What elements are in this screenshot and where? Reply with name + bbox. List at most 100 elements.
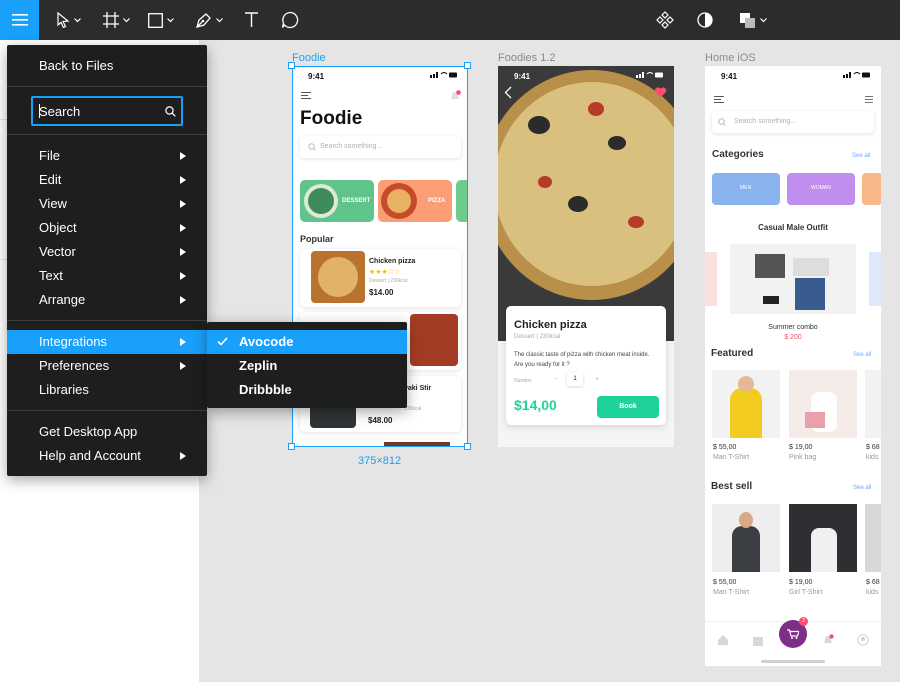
product-meta: Dessert | 230kcal	[514, 334, 561, 340]
category-next[interactable]	[862, 173, 881, 205]
boolean-button[interactable]	[734, 0, 772, 40]
product-price: $ 68	[866, 579, 880, 586]
menu-search-input[interactable]	[33, 98, 153, 124]
product-name: Man T-Shirt	[713, 454, 750, 461]
frame-label-home-ios[interactable]: Home iOS	[705, 52, 756, 64]
book-button[interactable]: Book	[597, 396, 659, 418]
resize-handle-bottom-left[interactable]	[288, 443, 295, 450]
main-menu-button[interactable]	[0, 0, 39, 40]
menu-item-label: File	[39, 148, 60, 163]
product-name: kids	[866, 589, 879, 596]
product-image[interactable]	[712, 370, 780, 438]
shape-tool-button[interactable]	[143, 0, 179, 40]
category-woman[interactable]: WOMAN	[787, 173, 855, 205]
menu-item-view[interactable]: View	[7, 192, 207, 216]
submenu-item-avocode[interactable]: Avocode	[207, 330, 407, 354]
banner-image[interactable]	[730, 244, 856, 314]
menu-item-libraries[interactable]: Libraries	[7, 378, 207, 402]
hamburger-icon[interactable]	[714, 96, 724, 103]
hamburger-menu-icon	[11, 14, 28, 26]
section-title-categories: Categories	[712, 149, 764, 160]
create-component-button[interactable]	[652, 0, 678, 40]
menu-item-label: Back to Files	[39, 58, 114, 73]
menu-item-label: Vector	[39, 244, 76, 259]
integrations-submenu: Avocode Zeplin Dribbble	[207, 322, 407, 408]
menu-item-help-and-account[interactable]: Help and Account	[7, 444, 207, 468]
bag-icon[interactable]	[752, 634, 764, 646]
product-name: Man T-Shirt	[713, 589, 750, 596]
text-tool-button[interactable]	[238, 0, 264, 40]
notification-icon[interactable]	[822, 634, 834, 646]
frame-label-foodie[interactable]: Foodie	[292, 52, 326, 64]
top-toolbar	[0, 0, 900, 40]
decrement-button[interactable]: −	[554, 376, 558, 383]
menu-item-label: Integrations	[39, 334, 107, 349]
cart-button[interactable]: 2	[779, 617, 808, 648]
status-bar: 9:41	[705, 66, 881, 86]
submenu-item-dribbble[interactable]: Dribbble	[207, 378, 407, 402]
category-label: MEN	[740, 185, 752, 191]
quantity-value[interactable]: 1	[567, 372, 583, 386]
see-all-link[interactable]: See all	[853, 485, 871, 491]
product-image[interactable]	[865, 370, 881, 438]
move-tool-icon	[56, 12, 70, 28]
resize-handle-bottom-right[interactable]	[464, 443, 471, 450]
menu-item-label: Get Desktop App	[39, 424, 138, 439]
menu-divider	[7, 410, 207, 411]
menu-item-get-desktop-app[interactable]: Get Desktop App	[7, 420, 207, 444]
product-price: $ 55,00	[713, 444, 737, 451]
mask-icon	[697, 12, 713, 28]
boolean-icon	[740, 12, 755, 28]
pen-tool-button[interactable]	[190, 0, 228, 40]
foodies-1-2-frame[interactable]: 9:41 Chicken pizza Dessert | 230kcal The…	[498, 66, 674, 447]
menu-item-preferences[interactable]: Preferences	[7, 354, 207, 378]
product-image[interactable]	[789, 370, 857, 438]
home-icon[interactable]	[717, 634, 729, 646]
product-image[interactable]	[712, 504, 780, 572]
profile-icon[interactable]	[857, 634, 869, 646]
menu-item-file[interactable]: File	[7, 144, 207, 168]
menu-item-arrange[interactable]: Arrange	[7, 288, 207, 312]
increment-button[interactable]: +	[595, 376, 599, 383]
see-all-link[interactable]: See all	[853, 352, 871, 358]
heart-icon[interactable]	[654, 87, 667, 98]
comment-tool-button[interactable]	[276, 0, 304, 40]
category-men[interactable]: MEN	[712, 173, 780, 205]
product-image[interactable]	[865, 504, 881, 572]
menu-search-field[interactable]	[31, 96, 183, 126]
shirt-image	[755, 254, 785, 278]
mask-button[interactable]	[692, 0, 718, 40]
submenu-item-zeplin[interactable]: Zeplin	[207, 354, 407, 378]
menu-item-integrations[interactable]: Integrations	[7, 330, 207, 354]
submenu-item-label: Avocode	[239, 334, 294, 349]
resize-handle-top-left[interactable]	[288, 62, 295, 69]
menu-item-edit[interactable]: Edit	[7, 168, 207, 192]
back-arrow-icon[interactable]	[504, 86, 512, 99]
resize-handle-top-right[interactable]	[464, 62, 471, 69]
chevron-down-icon	[760, 17, 767, 22]
menu-item-back-to-files[interactable]: Back to Files	[7, 54, 207, 78]
banner-prev[interactable]	[705, 252, 717, 306]
selection-size-label: 375×812	[358, 455, 402, 467]
sunglasses-image	[763, 296, 779, 304]
frame-tool-button[interactable]	[98, 0, 134, 40]
filter-icon[interactable]	[865, 96, 873, 103]
submenu-arrow-icon	[180, 296, 186, 304]
menu-item-object[interactable]: Object	[7, 216, 207, 240]
section-title-featured: Featured	[711, 348, 754, 359]
pen-tool-icon	[196, 12, 211, 28]
submenu-arrow-icon	[180, 272, 186, 280]
product-image[interactable]	[789, 504, 857, 572]
menu-divider	[7, 86, 207, 87]
menu-item-vector[interactable]: Vector	[7, 240, 207, 264]
see-all-link[interactable]: See all	[852, 153, 870, 159]
frame-label-foodies-1-2[interactable]: Foodies 1.2	[498, 52, 555, 64]
move-tool-button[interactable]	[50, 0, 86, 40]
home-ios-frame[interactable]: 9:41 Search something... Categories See …	[705, 66, 881, 666]
menu-item-text[interactable]: Text	[7, 264, 207, 288]
pizza-olive	[608, 136, 626, 150]
tab-bar: 2	[705, 617, 881, 666]
banner-price: $ 200	[784, 334, 802, 341]
search-field[interactable]: Search something...	[712, 111, 874, 133]
banner-next[interactable]	[869, 252, 881, 306]
